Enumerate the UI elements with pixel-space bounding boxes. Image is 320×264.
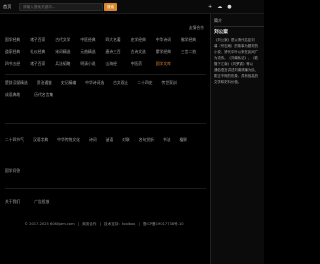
category-link[interactable]: 二十四节气 [5,137,24,143]
category-link[interactable]: 中医药 [131,61,156,67]
category-link[interactable]: 宋词精选 [55,49,80,55]
intro-text-line: 墉（号石庵）的故事为题材的 [214,44,259,48]
category-link[interactable]: 二十四史 [137,80,152,86]
friend-link-label[interactable]: 友情合作 [189,25,204,31]
copyright-text: © 2017-2025 6080jam.com [24,222,75,226]
category-link[interactable]: 传世家训 [162,80,177,86]
footer-links-row: 关于我们 广告投放 [5,199,206,205]
divider [5,188,206,189]
category-row-4: 楚辞汉赋精选 资治通鉴 史记精编 中华诗词选 古文观止 二十四史 传世家训 [5,80,206,86]
category-link[interactable]: 史记精编 [61,80,76,86]
category-link[interactable]: 三言二拍 [181,49,206,55]
category-link[interactable]: 古文观止 [113,80,128,86]
category-link[interactable]: 中华诗词 [156,37,181,43]
user-icon[interactable]: ● [227,3,231,11]
category-link[interactable]: 道家经典 [5,49,30,55]
intro-text-line: 小说，清代中叶以来在民间广 [214,50,259,54]
category-row-3: 四书五经 诸子百家 兵法韬略 明清小说 山海经 中医药 国学文库 [5,61,206,67]
category-link[interactable]: 名句赏析 [139,137,154,143]
category-link[interactable]: 谜语 [106,137,114,143]
category-link[interactable]: 蒙学经典 [156,49,181,55]
category-link[interactable]: 史学经典 [131,37,156,43]
panel-title: 简介 [214,18,222,23]
category-link[interactable]: 对联 [122,137,130,143]
category-link[interactable]: 诗词 [89,137,97,143]
category-link[interactable]: 成语典故 [5,92,20,98]
category-link[interactable]: 资治通鉴 [37,80,52,86]
home-link[interactable]: 首页 [3,4,11,9]
about-link[interactable]: 关于我们 [5,199,20,205]
category-link[interactable]: 古诗文选 [131,49,156,55]
category-row-2: 道家经典 礼仪经典 宋词精选 元曲精选 唐诗三百 古诗文选 蒙学经典 三言二拍 [5,49,206,55]
category-link[interactable]: 楚辞汉赋精选 [5,80,28,86]
category-link[interactable]: 书法 [163,137,171,143]
intro-side-panel: 简介 刘公案 《刘公案》是以清代名臣刘 墉（号石庵）的故事为题材的 小说，清代中… [210,14,264,264]
main-content: 友情合作 国学经典 诸子百家 古代文学 中医经典 四大名著 史学经典 中华诗词 … [0,14,210,264]
category-link[interactable]: 诸子百家 [30,37,55,43]
category-link[interactable]: 中华诗词选 [85,80,104,86]
tech-support-text: 技术支持：toolbox [104,222,136,226]
category-link[interactable]: 兵法韬略 [55,61,80,67]
top-navigation-bar: 首页 搜索 + ☁ ● [0,0,264,14]
business-link[interactable]: 商务合作 [82,222,96,226]
intro-text-line: 《刘公案》是以清代名臣刘 [214,38,255,42]
intro-text-line: 刚正不阿的形象，具有极高的 [214,74,259,78]
divider [5,74,206,75]
search-button[interactable]: 搜索 [104,3,117,11]
search-input[interactable] [19,3,103,11]
plus-icon[interactable]: + [208,3,212,11]
intro-text-line: 文学和史料价值。 [214,80,242,84]
category-link[interactable]: 佛学经典 [181,37,206,43]
category-row-1: 国学经典 诸子百家 古代文学 中医经典 四大名著 史学经典 中华诗词 佛学经典 [5,37,206,43]
intro-text-line: 隆下江南》《刘罗锅》等以 [214,62,253,66]
chat-icon[interactable]: ☁ [217,3,222,11]
category-link[interactable]: 元曲精选 [80,49,105,55]
category-link-active[interactable]: 国学文库 [156,61,181,67]
footer-separator: | [77,222,79,226]
category-row-7: 国学问答 [5,168,206,174]
category-link[interactable]: 历代名言集 [34,92,53,98]
category-link[interactable]: 四书五经 [5,61,30,67]
panel-divider [214,26,264,27]
intro-text-line: 为流传。《刘墉私访》、《乾 [214,56,259,60]
category-link[interactable]: 国学经典 [5,37,30,43]
category-link[interactable]: 山海经 [106,61,131,67]
divider [5,123,206,124]
category-link[interactable]: 明清小说 [80,61,105,67]
footer-separator: | [138,222,140,226]
category-row-5: 成语典故 历代名言集 [5,92,206,98]
category-link[interactable]: 楹联 [180,137,188,143]
intro-text-line: 通俗语言讲述刘墉清廉为民、 [214,68,259,72]
top-icon-group: + ☁ ● [208,3,232,11]
category-link[interactable]: 汉语字典 [33,137,48,143]
empty-slot [181,62,206,67]
book-title: 刘公案 [214,30,228,35]
category-link[interactable]: 四大名著 [106,37,131,43]
category-link[interactable]: 中医经典 [80,37,105,43]
category-row-6: 二十四节气 汉语字典 中华传统文化 诗词 谜语 对联 名句赏析 书法 楹联 [5,137,206,143]
category-link[interactable]: 国学问答 [5,168,20,174]
category-link[interactable]: 礼仪经典 [30,49,55,55]
category-link[interactable]: 古代文学 [55,37,80,43]
category-link[interactable]: 唐诗三百 [106,49,131,55]
category-link[interactable]: 中华传统文化 [57,137,80,143]
advertise-link[interactable]: 广告投放 [34,199,49,205]
footer-separator: | [99,222,101,226]
icp-link[interactable]: 鲁ICP备19017738号-10 [143,222,184,226]
site-footer: © 2017-2025 6080jam.com | 商务合作 | 技术支持：to… [0,222,210,226]
category-link[interactable]: 诸子百家 [30,61,55,67]
